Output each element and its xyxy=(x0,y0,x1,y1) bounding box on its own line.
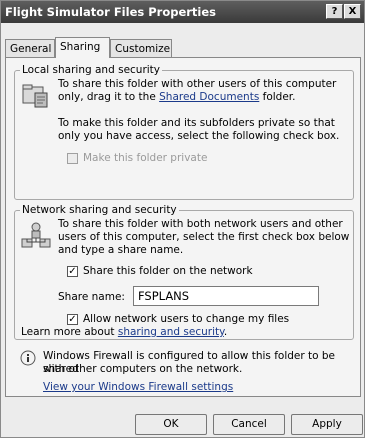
learn-more-line: Learn more about sharing and security. xyxy=(21,326,227,339)
private-text-line2: only you have access, select the followi… xyxy=(58,130,340,142)
help-button[interactable]: ? xyxy=(326,4,343,19)
sharing-panel: Local sharing and security To share this… xyxy=(5,57,361,397)
make-private-label: Make this folder private xyxy=(83,152,208,164)
title-bar[interactable]: Flight Simulator Files Properties ? X xyxy=(1,1,364,23)
share-on-network-checkbox[interactable]: ✓ xyxy=(67,266,78,277)
network-sharing-title: Network sharing and security xyxy=(20,204,179,217)
share-name-input[interactable]: FSPLANS xyxy=(133,286,319,306)
tab-customize[interactable]: Customize xyxy=(110,39,172,57)
learn-more-prefix: Learn more about xyxy=(21,326,118,338)
info-icon xyxy=(20,350,36,366)
local-sharing-group: Local sharing and security To share this… xyxy=(14,64,354,200)
make-private-checkbox[interactable] xyxy=(67,153,78,164)
allow-change-checkbox[interactable]: ✓ xyxy=(67,314,78,325)
shared-documents-link[interactable]: Shared Documents xyxy=(159,91,259,103)
private-text-line1: To make this folder and its subfolders p… xyxy=(58,117,335,129)
network-sharing-group: Network sharing and security To share th… xyxy=(14,204,354,340)
tab-general[interactable]: General xyxy=(5,39,55,57)
allow-change-label: Allow network users to change my files xyxy=(83,313,290,325)
window-title: Flight Simulator Files Properties xyxy=(5,5,217,19)
firewall-text-line2: with other computers on the network. xyxy=(43,363,243,375)
close-button[interactable]: X xyxy=(344,4,361,19)
network-text-line2: users of this computer, select the first… xyxy=(58,231,350,243)
share-on-network-label: Share this folder on the network xyxy=(83,265,253,277)
tab-sharing[interactable]: Sharing xyxy=(55,37,110,58)
network-share-icon xyxy=(21,222,51,248)
local-text-prefix: only, drag it to the xyxy=(58,91,160,103)
cancel-button[interactable]: Cancel xyxy=(213,414,285,435)
ok-button[interactable]: OK xyxy=(135,414,207,435)
local-text-suffix: folder. xyxy=(259,91,296,103)
firewall-settings-link[interactable]: View your Windows Firewall settings xyxy=(43,381,233,394)
properties-dialog: Flight Simulator Files Properties ? X Ge… xyxy=(0,0,365,438)
network-text-line3: and type a share name. xyxy=(58,244,184,256)
apply-button[interactable]: Apply xyxy=(291,414,363,435)
sharing-security-link[interactable]: sharing and security xyxy=(118,326,224,338)
local-sharing-title: Local sharing and security xyxy=(20,64,163,77)
network-text-line1: To share this folder with both network u… xyxy=(58,218,343,230)
share-name-label: Share name: xyxy=(58,291,125,303)
folder-share-icon xyxy=(22,84,48,108)
local-text-line2: only, drag it to the Shared Documents fo… xyxy=(58,91,296,104)
local-text-line1: To share this folder with other users of… xyxy=(58,78,337,90)
learn-more-suffix: . xyxy=(223,326,228,338)
